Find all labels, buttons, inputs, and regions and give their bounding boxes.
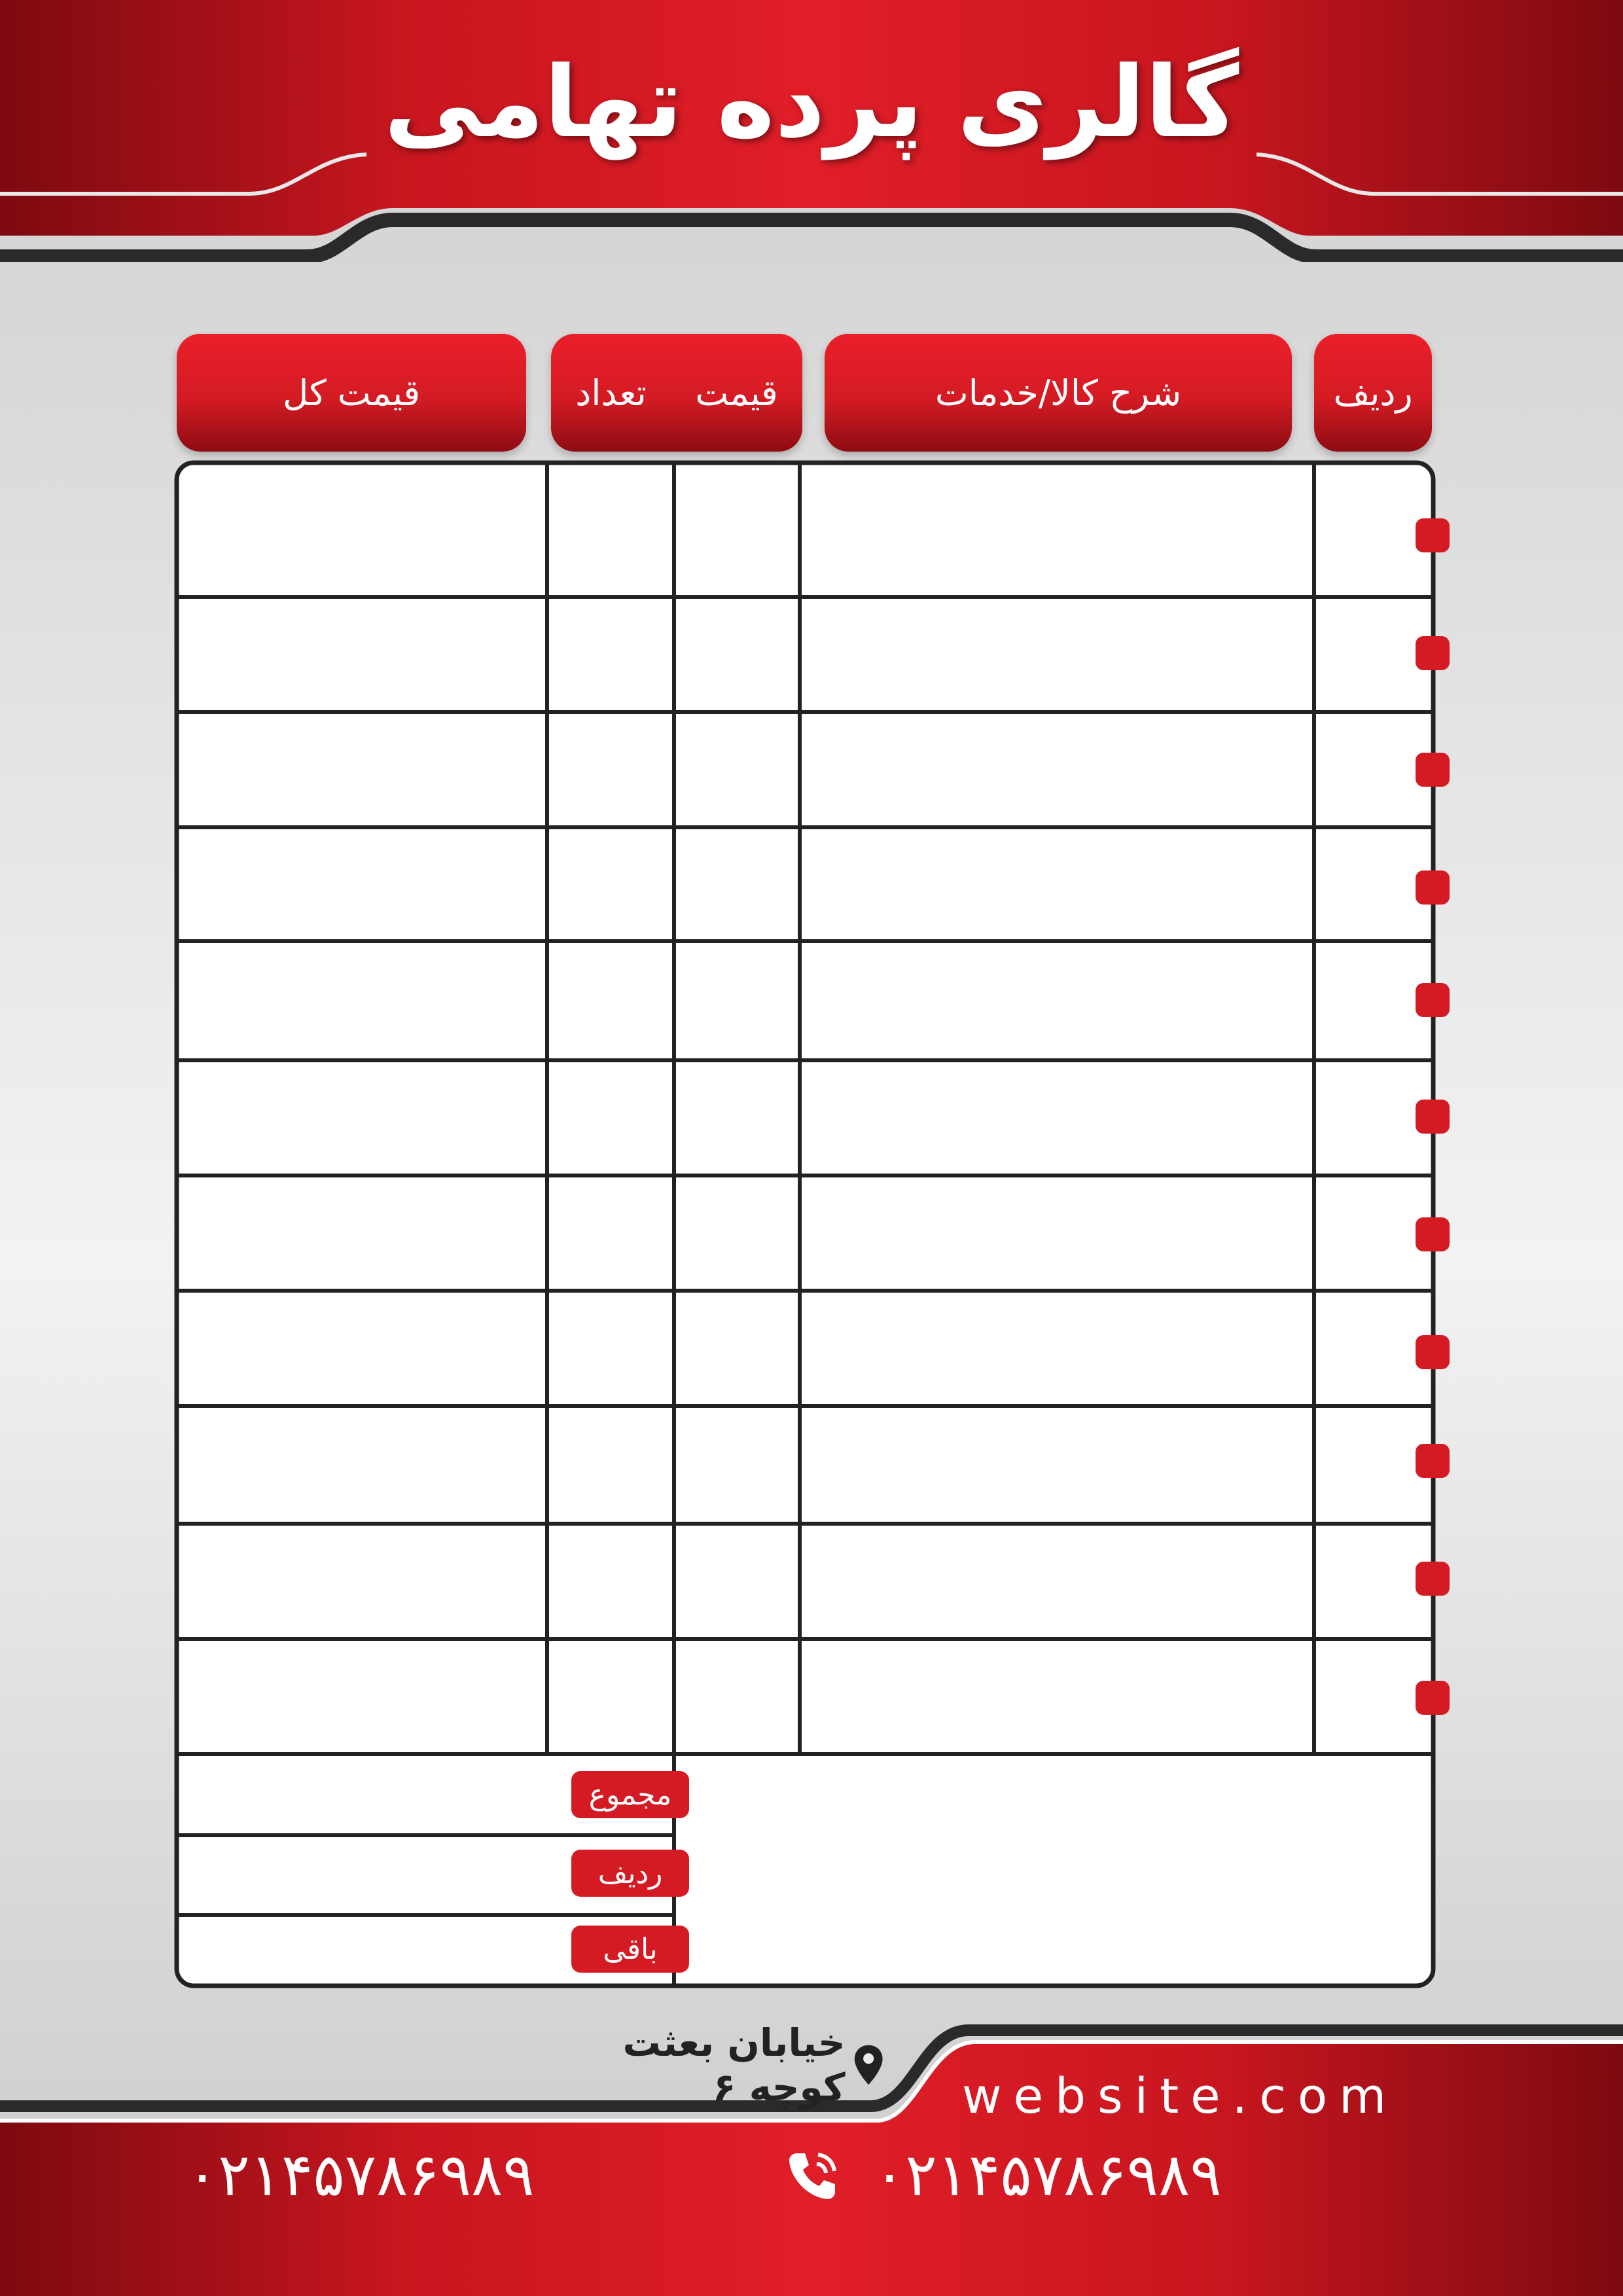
address-text: خیابان بعثت کوچه ۶ (622, 2020, 846, 2109)
row-marker (1416, 983, 1450, 1017)
row-marker (1416, 1100, 1450, 1134)
summary-total-label: مجموع (571, 1771, 689, 1818)
address: خیابان بعثت کوچه ۶ (517, 2020, 883, 2109)
phone-number-left[interactable]: ۰۲۱۴۵۷۸۶۹۸۹ (187, 2139, 762, 2211)
summary-remaining-label: باقی (571, 1926, 689, 1973)
summary-row-label: ردیف (571, 1850, 689, 1897)
row-marker (1416, 1562, 1450, 1596)
phone-number-right[interactable]: ۰۲۱۴۵۷۸۶۹۸۹ (874, 2139, 1450, 2211)
row-marker (1416, 870, 1450, 905)
row-marker (1416, 1217, 1450, 1251)
phone-icon (789, 2153, 836, 2199)
row-marker (1416, 1681, 1450, 1715)
location-pin-icon (854, 2045, 883, 2085)
row-marker (1416, 753, 1450, 787)
row-marker (1416, 636, 1450, 670)
row-marker (1416, 1335, 1450, 1369)
invoice-table (174, 460, 1436, 1988)
row-marker (1416, 518, 1450, 552)
row-marker (1416, 1444, 1450, 1478)
website-link[interactable]: website.com (962, 2068, 1433, 2127)
